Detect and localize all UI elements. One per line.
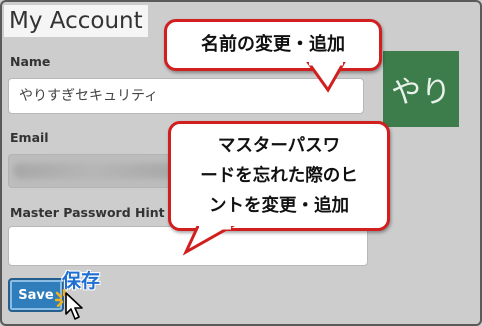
hint-callout-line-2: ードを忘れた際のヒ — [200, 166, 358, 186]
name-label: Name — [10, 54, 51, 69]
mouse-pointer-icon — [65, 292, 83, 320]
callout-tail-icon — [182, 226, 236, 256]
email-label: Email — [10, 130, 49, 145]
email-input[interactable] — [8, 154, 178, 188]
hint-callout: マスターパスワ ードを忘れた際のヒ ントを変更・追加 — [168, 121, 390, 231]
callout-tail-icon — [306, 62, 346, 93]
hint-callout-line-3: ントを変更・追加 — [209, 196, 349, 216]
hint-label: Master Password Hint — [10, 205, 165, 220]
email-blur-mask — [13, 163, 173, 179]
page-title: My Account — [4, 5, 148, 37]
hint-callout-line-1: マスターパスワ — [217, 136, 341, 156]
avatar: やり — [383, 51, 459, 127]
